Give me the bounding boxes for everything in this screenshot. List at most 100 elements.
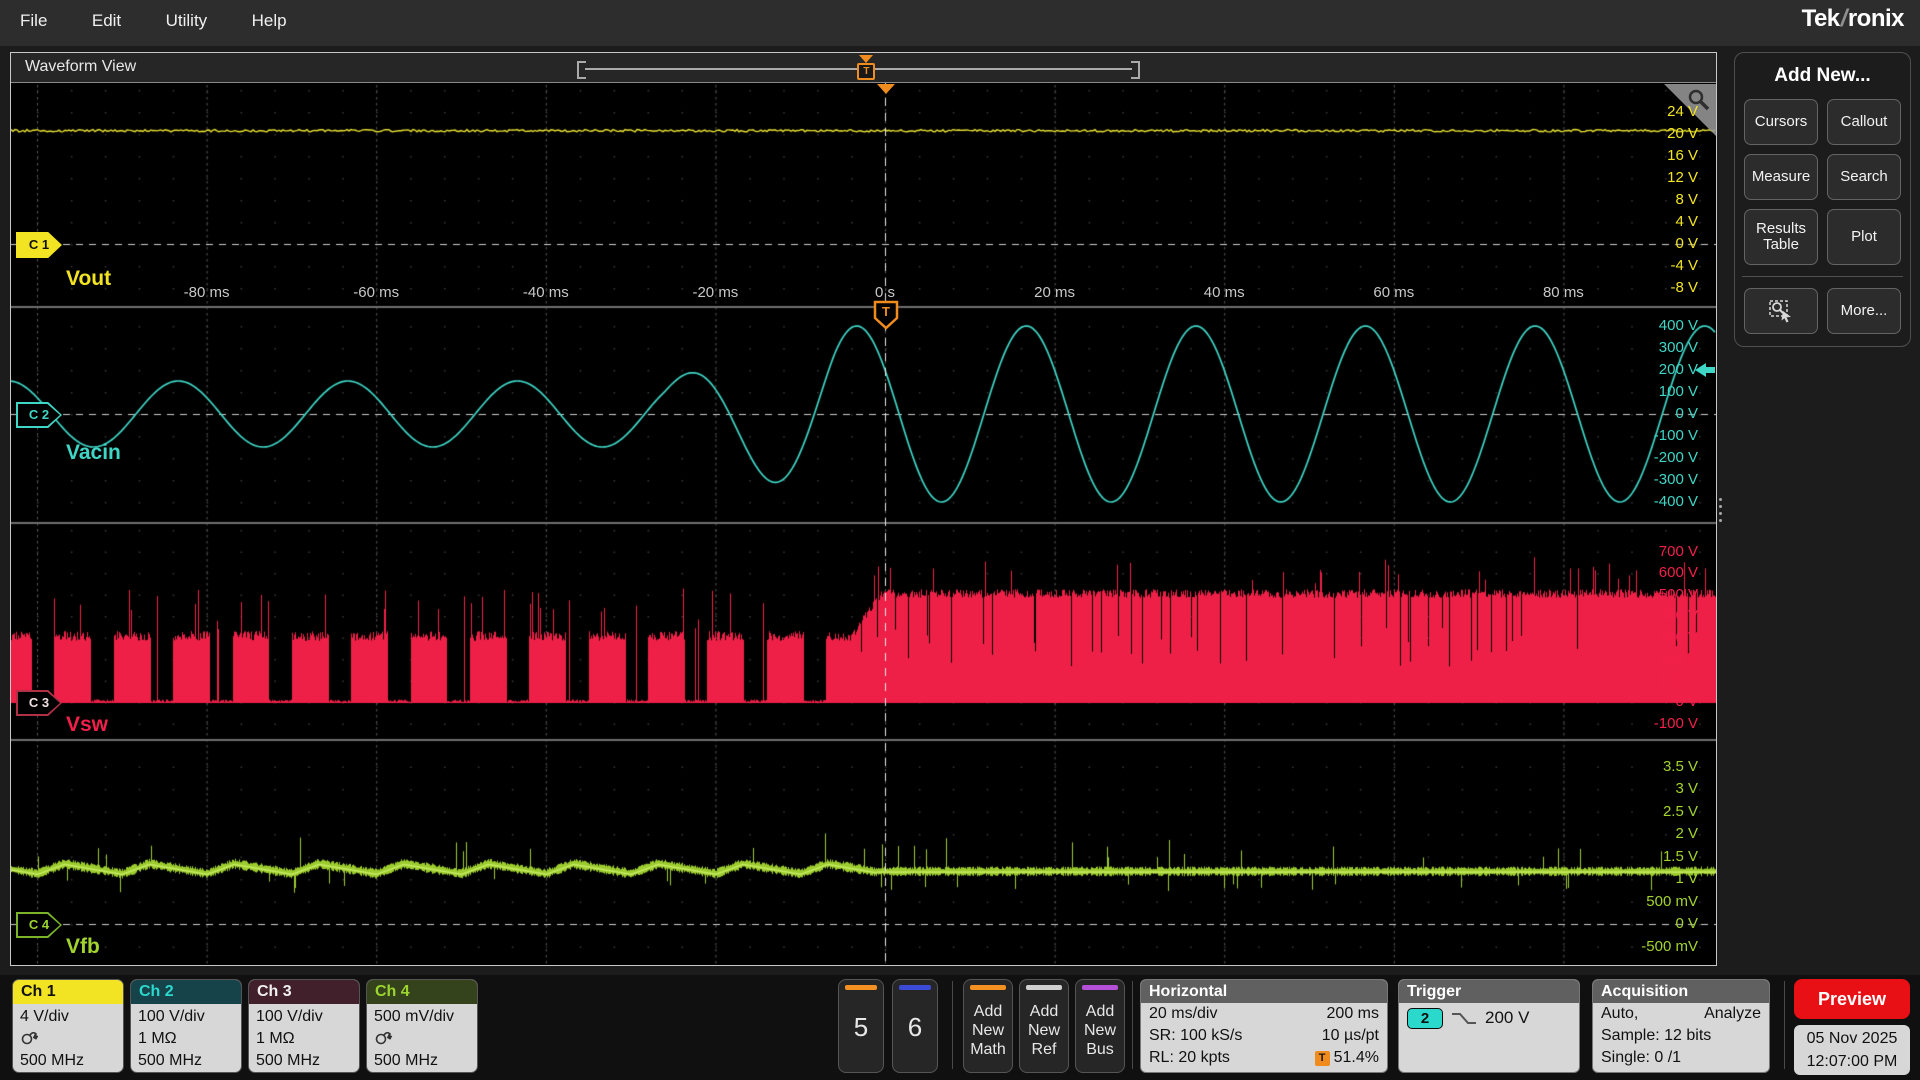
scale-label: 0 V <box>1675 915 1698 932</box>
acquisition-title: Acquisition <box>1593 980 1769 1003</box>
menu-help[interactable]: Help <box>232 0 307 42</box>
trigger-level: 200 V <box>1485 1008 1529 1028</box>
time-axis-label: 20 ms <box>1034 284 1075 301</box>
time-axis-label: -40 ms <box>523 284 569 301</box>
menu-file[interactable]: File <box>0 0 67 42</box>
acq-sample: Sample: 12 bits <box>1601 1027 1711 1045</box>
channel-6-label: 6 <box>893 1012 937 1043</box>
record-bracket-right <box>1131 61 1140 79</box>
ref-label: Add New Ref <box>1022 1002 1066 1060</box>
scale-label: 700 V <box>1659 543 1698 560</box>
scale-label: 500 V <box>1659 586 1698 603</box>
callout-button[interactable]: Callout <box>1827 99 1901 145</box>
results-table-button[interactable]: Results Table <box>1744 209 1818 265</box>
scale-label: 500 mV <box>1646 893 1698 910</box>
divider <box>952 981 953 1069</box>
scale-label: 300 V <box>1659 339 1698 356</box>
menu-edit[interactable]: Edit <box>72 0 141 42</box>
ch1-header: Ch 1 <box>13 980 123 1004</box>
scale-label: 0 V <box>1675 693 1698 710</box>
scale-label: -100 V <box>1654 715 1698 732</box>
ch2-settings-card[interactable]: Ch 2 100 V/div 1 MΩ 500 MHz <box>130 979 242 1073</box>
channel-6-button[interactable]: 6 <box>892 979 938 1073</box>
scale-label: -400 V <box>1654 493 1698 510</box>
trigger-position-badge[interactable]: T <box>857 63 875 80</box>
ch3-scale: 100 V/div <box>256 1006 352 1028</box>
trigger-position-triangle[interactable] <box>859 55 873 63</box>
channel-5-button[interactable]: 5 <box>838 979 884 1073</box>
scale-label: 600 V <box>1659 564 1698 581</box>
probe-icon <box>374 1030 394 1046</box>
trigger-level-arrow[interactable] <box>1695 363 1715 377</box>
panel-splitter-handle[interactable] <box>1719 494 1723 526</box>
scale-label: 3.5 V <box>1663 758 1698 775</box>
math-label: Add New Math <box>966 1002 1010 1060</box>
trigger-pos-icon: T <box>1315 1051 1330 1066</box>
ch3-header: Ch 3 <box>249 980 359 1004</box>
trigger-title: Trigger <box>1399 980 1579 1003</box>
channel-5-accent <box>845 985 877 990</box>
h-samplerate: SR: 100 kS/s <box>1149 1027 1242 1045</box>
record-bracket-left <box>577 61 586 79</box>
trigger-time-triangle <box>877 84 895 94</box>
acq-mode: Auto, <box>1601 1005 1638 1023</box>
acq-analyze: Analyze <box>1704 1005 1761 1023</box>
add-new-ref-button[interactable]: Add New Ref <box>1019 979 1069 1073</box>
falling-edge-icon <box>1451 1010 1477 1026</box>
acquisition-panel[interactable]: Acquisition Auto, Analyze Sample: 12 bits… <box>1592 979 1770 1073</box>
trigger-source-badge: 2 <box>1407 1008 1443 1029</box>
add-new-title: Add New... <box>1744 65 1901 87</box>
time-axis-label: -20 ms <box>692 284 738 301</box>
divider <box>1784 981 1785 1069</box>
scale-label: 24 V <box>1667 103 1698 120</box>
time-axis-label: 60 ms <box>1373 284 1414 301</box>
bus-accent <box>1082 985 1118 990</box>
search-button[interactable]: Search <box>1827 154 1901 200</box>
waveform-canvas[interactable] <box>11 83 1716 966</box>
ref-accent <box>1026 985 1062 990</box>
scale-label: 2.5 V <box>1663 803 1698 820</box>
menu-utility[interactable]: Utility <box>146 0 228 42</box>
plot-button[interactable]: Plot <box>1827 209 1901 265</box>
time-axis-label: 0 s <box>875 284 895 301</box>
ch2-bandwidth: 500 MHz <box>138 1050 234 1072</box>
preview-button[interactable]: Preview <box>1794 979 1910 1019</box>
horizontal-panel[interactable]: Horizontal 20 ms/div200 ms SR: 100 kS/s1… <box>1140 979 1388 1073</box>
scale-label: 8 V <box>1675 191 1698 208</box>
add-new-panel: Add New... Cursors Callout Measure Searc… <box>1734 52 1911 347</box>
ch4-settings-card[interactable]: Ch 4 500 mV/div 500 MHz <box>366 979 478 1073</box>
scale-label: 0 V <box>1675 405 1698 422</box>
ch4-probe-row <box>374 1028 470 1050</box>
channel-name-vacin: Vacin <box>66 441 121 465</box>
scale-label: -4 V <box>1670 257 1698 274</box>
scale-label: 100 V <box>1659 383 1698 400</box>
ch1-settings-card[interactable]: Ch 1 4 V/div 500 MHz <box>12 979 124 1073</box>
waveform-view: Waveform View T C 1 C 2 C 3 C 4 Vout <box>10 52 1717 966</box>
h-resolution: 10 µs/pt <box>1322 1027 1379 1045</box>
add-new-bus-button[interactable]: Add New Bus <box>1075 979 1125 1073</box>
cursors-button[interactable]: Cursors <box>1744 99 1818 145</box>
ch1-bandwidth: 500 MHz <box>20 1050 116 1072</box>
horizontal-title: Horizontal <box>1141 980 1387 1003</box>
bottom-settings-bar: Ch 1 4 V/div 500 MHz Ch 2 100 V/div 1 MΩ… <box>0 975 1920 1080</box>
scale-label: 2 V <box>1675 825 1698 842</box>
date-text: 05 Nov 2025 <box>1794 1027 1910 1050</box>
panel-divider <box>1742 276 1903 277</box>
more-button[interactable]: More... <box>1827 288 1901 334</box>
scale-label: -100 V <box>1654 427 1698 444</box>
trigger-time-badge[interactable]: T <box>873 300 899 330</box>
add-new-math-button[interactable]: Add New Math <box>963 979 1013 1073</box>
scale-label: 16 V <box>1667 147 1698 164</box>
channel-name-vsw: Vsw <box>66 713 108 737</box>
trigger-panel[interactable]: Trigger 2 200 V <box>1398 979 1580 1073</box>
horizontal-position-bar[interactable]: T <box>577 55 1140 81</box>
ch1-probe-row <box>20 1028 116 1050</box>
waveform-view-header: Waveform View T <box>11 53 1716 83</box>
scale-label: 12 V <box>1667 169 1698 186</box>
measure-button[interactable]: Measure <box>1744 154 1818 200</box>
ch4-header: Ch 4 <box>367 980 477 1004</box>
ch3-settings-card[interactable]: Ch 3 100 V/div 1 MΩ 500 MHz <box>248 979 360 1073</box>
zoom-select-button[interactable] <box>1744 288 1818 334</box>
channel-name-vfb: Vfb <box>66 935 100 959</box>
scale-label: 1.5 V <box>1663 848 1698 865</box>
